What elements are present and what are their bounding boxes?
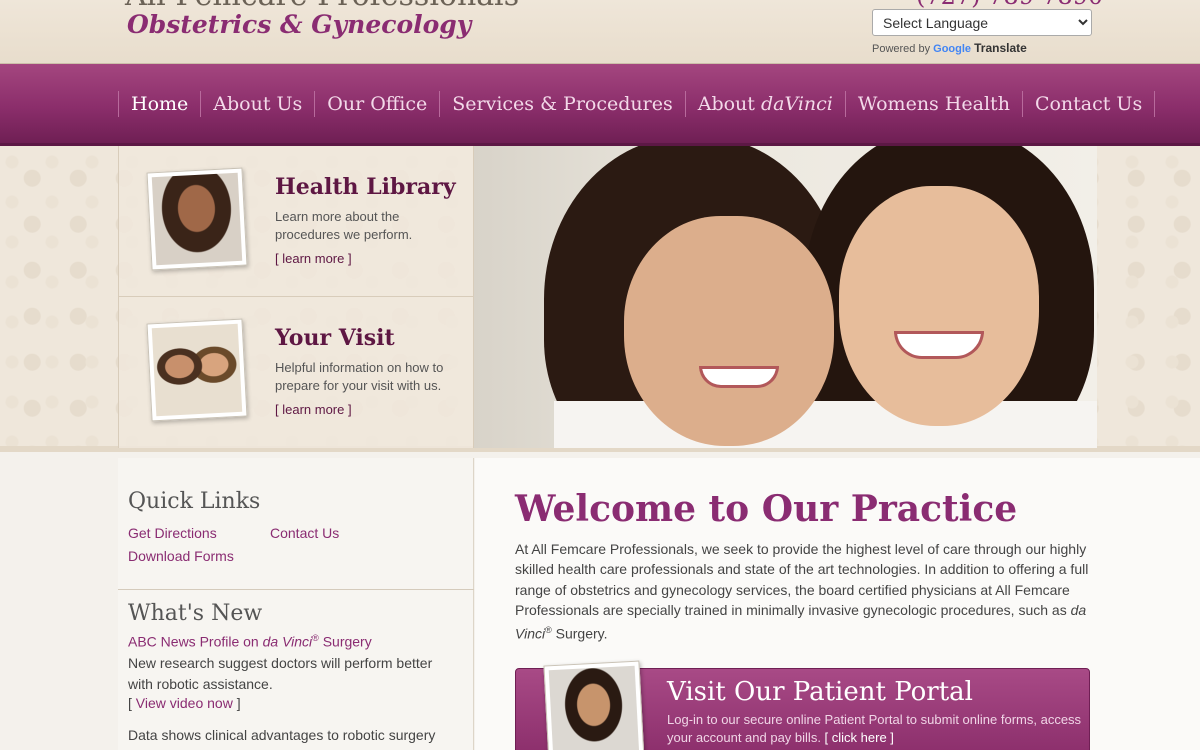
promo-photo (146, 318, 248, 422)
video-link-wrapper: [ View video now ] (128, 695, 241, 711)
portal-title: Visit Our Patient Portal (667, 677, 973, 707)
hero-shape (839, 186, 1039, 426)
divider (118, 589, 474, 590)
portal-photo (543, 660, 645, 750)
nav-item-about-us[interactable]: About Us (200, 91, 314, 117)
news-link-prefix: ABC News Profile on (128, 633, 263, 650)
main-nav: Home About Us Our Office Services & Proc… (0, 64, 1200, 146)
nav-item-contact-us[interactable]: Contact Us (1021, 91, 1156, 117)
promo-photo (146, 167, 248, 271)
promo-health-library: Health Library Learn more about the proc… (118, 146, 474, 297)
portal-text: Log-in to our secure online Patient Port… (667, 711, 1087, 747)
hero-image (474, 146, 1097, 448)
nav-item-home[interactable]: Home (118, 91, 200, 117)
learn-more-link[interactable]: [ learn more ] (275, 251, 352, 266)
woman-laptop-image (548, 665, 640, 750)
hero-shape (624, 216, 834, 446)
nav-item-davinci-italic: daVinci (760, 93, 833, 115)
google-logo: Google (933, 43, 971, 55)
promo-title: Health Library (275, 174, 456, 200)
intro-paragraph: At All Femcare Professionals, we seek to… (515, 539, 1095, 644)
news-link-suffix: Surgery (318, 633, 372, 650)
video-bracket-close: ] (232, 695, 241, 711)
quick-links-title: Quick Links (128, 489, 261, 514)
intro-end: Surgery. (551, 625, 608, 642)
quick-link-get-directions[interactable]: Get Directions (128, 525, 217, 541)
news-link-davinci: da Vinci (262, 633, 313, 650)
promo-your-visit: Your Visit Helpful information on how to… (118, 297, 474, 448)
hero-shape (554, 401, 1097, 448)
news-text-2: Data shows clinical advantages to roboti… (128, 727, 436, 743)
translate-link[interactable]: Translate (974, 41, 1027, 55)
page-title: Welcome to Our Practice (515, 488, 1018, 530)
two-women-image (151, 323, 243, 417)
language-select[interactable]: Select Language (872, 9, 1092, 36)
news-link-reg: ® (312, 633, 319, 643)
woman-portrait-image (151, 172, 243, 266)
google-logo-text: Google (933, 43, 972, 55)
portal-click-here-link[interactable]: [ click here ] (825, 730, 894, 745)
patient-portal-banner[interactable]: Visit Our Patient Portal Log-in to our s… (515, 660, 1090, 750)
powered-by-label: Powered by (872, 43, 931, 55)
sidebar: Quick Links Get Directions Contact Us Do… (118, 458, 474, 750)
feature-band: Health Library Learn more about the proc… (0, 146, 1200, 452)
promo-text: Helpful information on how to prepare fo… (275, 360, 444, 393)
intro-reg: ® (545, 625, 552, 636)
main-content: Welcome to Our Practice At All Femcare P… (475, 458, 1200, 750)
site-header: All Femcare Professionals Obstetrics & G… (0, 0, 1200, 64)
view-video-link[interactable]: View video now (136, 695, 233, 711)
video-bracket-open: [ (128, 695, 136, 711)
news-text: New research suggest doctors will perfor… (128, 655, 433, 692)
nav-item-our-office[interactable]: Our Office (314, 91, 439, 117)
nav-item-womens-health[interactable]: Womens Health (844, 91, 1022, 117)
promo-title: Your Visit (275, 325, 395, 351)
google-translate-credit: Powered by Google Translate (872, 41, 1027, 55)
quick-link-contact-us[interactable]: Contact Us (270, 525, 339, 541)
promo-text: Learn more about the procedures we perfo… (275, 209, 413, 242)
nav-item-services[interactable]: Services & Procedures (439, 91, 684, 117)
brand-tagline: Obstetrics & Gynecology (127, 10, 472, 39)
hero-shape (699, 366, 779, 388)
learn-more-link[interactable]: [ learn more ] (275, 402, 352, 417)
quick-link-download-forms[interactable]: Download Forms (128, 548, 234, 564)
nav-item-about-davinci[interactable]: About daVinci (684, 91, 845, 117)
whats-new-title: What's New (128, 601, 263, 626)
intro-text: At All Femcare Professionals, we seek to… (515, 541, 1089, 618)
hero-shape (894, 331, 984, 359)
news-link[interactable]: ABC News Profile on da Vinci® Surgery (128, 633, 372, 650)
